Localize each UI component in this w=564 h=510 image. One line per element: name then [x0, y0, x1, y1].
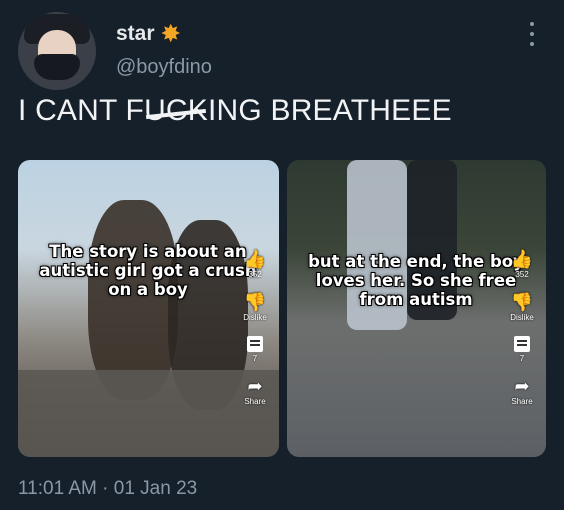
- avatar[interactable]: [18, 12, 96, 90]
- thumbs-down-icon[interactable]: 👎: [244, 293, 266, 311]
- tweet-text-start: I CANT F: [18, 94, 145, 127]
- comment-count: 7: [252, 354, 258, 363]
- share-label: Share: [511, 397, 533, 406]
- comment-count: 7: [519, 354, 525, 363]
- video-actions: 👍 352 👎 Dislike 7 ➦ Share: [237, 250, 273, 420]
- tweet-timestamp[interactable]: 11:01 AM · 01 Jan 23: [18, 478, 197, 500]
- share-icon[interactable]: ➦: [247, 377, 262, 395]
- tweet: star ✸ @boyfdino I CANT FUCKING BREATHEE…: [0, 0, 564, 510]
- media-caption: but at the end, the boy loves her. So sh…: [308, 252, 524, 309]
- media-card-1[interactable]: The story is about an autistic girl got …: [18, 160, 279, 457]
- comment-icon[interactable]: [247, 336, 263, 352]
- media-card-2[interactable]: but at the end, the boy loves her. So sh…: [287, 160, 546, 457]
- like-count: 352: [515, 270, 529, 279]
- dislike-label: Dislike: [243, 313, 267, 322]
- user-handle[interactable]: @boyfdino: [116, 56, 212, 79]
- thumbs-up-icon[interactable]: 👍: [511, 250, 533, 268]
- comment-icon[interactable]: [514, 336, 530, 352]
- tweet-text: I CANT FUCKING BREATHEEE: [18, 94, 452, 128]
- share-label: Share: [244, 397, 266, 406]
- display-name[interactable]: star ✸: [116, 22, 180, 46]
- video-actions: 👍 352 👎 Dislike 7 ➦ Share: [504, 250, 540, 420]
- media-caption: The story is about an autistic girl got …: [39, 242, 257, 299]
- sun-icon: ✸: [161, 21, 180, 46]
- thumbs-up-icon[interactable]: 👍: [244, 250, 266, 268]
- dislike-label: Dislike: [510, 313, 534, 322]
- more-options-icon[interactable]: [526, 22, 538, 46]
- avatar-mask: [34, 54, 80, 80]
- share-icon[interactable]: ➦: [514, 377, 529, 395]
- tweet-text-censored: UCK: [144, 94, 209, 127]
- display-name-text: star: [116, 22, 155, 45]
- like-count: 352: [248, 270, 262, 279]
- thumbs-down-icon[interactable]: 👎: [511, 293, 533, 311]
- tweet-text-end: ING BREATHEEE: [208, 94, 452, 127]
